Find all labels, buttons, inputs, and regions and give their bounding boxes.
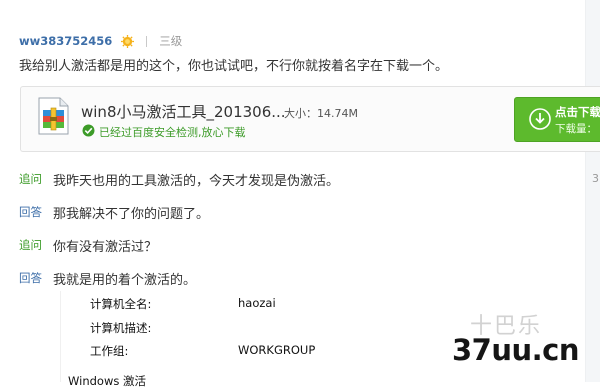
site-watermark: 37uu.cn [452, 333, 580, 367]
follow-up-label: 追问 [19, 172, 42, 186]
follow-up-label: 追问 [19, 238, 42, 252]
reply-label: 回答 [19, 205, 42, 219]
username-link[interactable]: ww383752456 [19, 34, 112, 48]
system-info-key: 计算机全名: [90, 297, 152, 311]
system-info-key: 计算机描述: [90, 321, 152, 335]
user-level: 三级 [159, 34, 183, 48]
system-info-value: haozai [238, 296, 276, 310]
attachment-file-name[interactable]: win8小马激活工具_201306... [81, 101, 286, 122]
answer-header: ww383752456 三级 [19, 32, 182, 50]
thread-text: 你有没有激活过？ [53, 240, 158, 255]
download-arrow-icon [529, 108, 551, 130]
system-info-key: 工作组: [90, 344, 129, 358]
security-notice: 已经过百度安全检测,放心下载 [99, 126, 246, 139]
thread-text: 我昨天也用的工具激活的，今天才发现是伪激活。 [53, 174, 340, 189]
download-count-label: 下载量： [555, 123, 597, 135]
download-label: 点击下载 [555, 105, 600, 119]
zip-file-icon [38, 97, 69, 135]
thread-text: 那我解决不了你的问题了。 [53, 207, 210, 222]
reply-label: 回答 [19, 271, 42, 285]
level-medal-icon [121, 34, 135, 48]
safe-check-icon [82, 124, 95, 137]
thread-text: 我就是用的着个激活的。 [53, 273, 197, 288]
side-counter: 3 [592, 172, 599, 185]
answer-text: 我给别人激活都是用的这个，你也试试吧，不行你就按着名字在下载一个。 [19, 59, 449, 74]
embedded-system-screenshot: 计算机全名: haozai 计算机描述: 工作组: WORKGROUP Wind… [60, 291, 388, 388]
header-divider [146, 35, 148, 47]
attachment-size: 大小：14.74M [284, 107, 358, 120]
download-button[interactable]: 点击下载 下载量： [514, 97, 600, 142]
activation-heading: Windows 激活 [68, 374, 146, 388]
right-sidebar-edge [585, 0, 600, 382]
system-info-value: WORKGROUP [238, 343, 316, 357]
attachment-card: win8小马激活工具_201306... 大小：14.74M 已经过百度安全检测… [20, 86, 600, 152]
